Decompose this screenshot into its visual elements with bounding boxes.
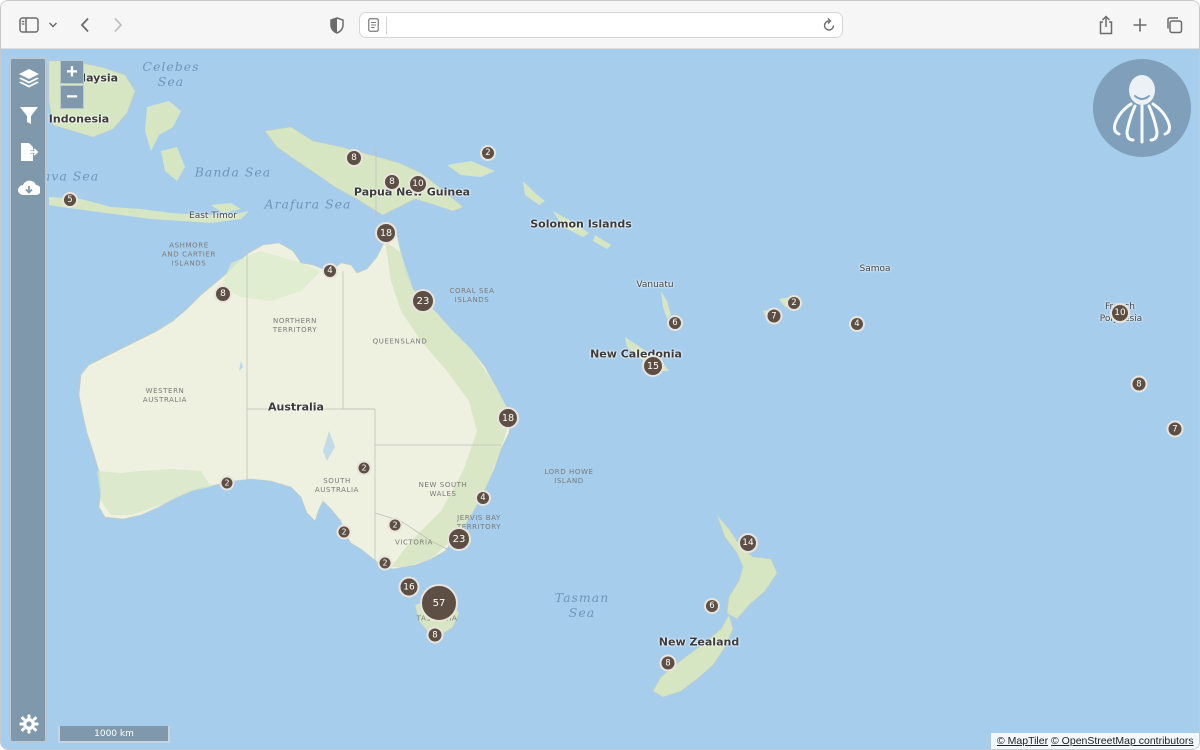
cluster-marker[interactable]: 14 (738, 533, 758, 553)
cluster-marker[interactable]: 4 (849, 316, 865, 332)
browser-toolbar (1, 1, 1199, 49)
forward-icon[interactable] (110, 11, 126, 39)
cluster-marker[interactable]: 2 (219, 475, 235, 491)
address-input[interactable] (392, 16, 812, 35)
cluster-marker[interactable]: 8 (1130, 375, 1148, 393)
address-divider (386, 17, 387, 34)
zoom-in-button[interactable]: + (60, 60, 84, 84)
cluster-marker[interactable]: 2 (377, 555, 393, 571)
cluster-marker[interactable]: 2 (387, 517, 403, 533)
cluster-marker[interactable]: 4 (475, 490, 491, 506)
label-victoria: VICTORIA (394, 538, 434, 547)
cluster-marker[interactable]: 4 (322, 263, 338, 279)
map-sidebar (9, 57, 47, 743)
cluster-marker[interactable]: 2 (786, 295, 802, 311)
label-queensland: QUEENSLAND (372, 337, 428, 346)
label-indonesia: Indonesia (48, 112, 110, 126)
label-new-zealand: New Zealand (658, 635, 740, 649)
share-icon[interactable] (1097, 11, 1115, 39)
cluster-marker[interactable]: 6 (704, 598, 720, 614)
cluster-marker[interactable]: 23 (447, 527, 471, 551)
label-solomon: Solomon Islands (530, 217, 632, 231)
layers-icon[interactable] (16, 65, 42, 91)
filter-icon[interactable] (16, 103, 42, 129)
label-south-australia: SOUTH AUSTRALIA (314, 477, 360, 494)
label-new-caledonia: New Caledonia (590, 347, 682, 361)
reload-icon[interactable] (822, 17, 836, 38)
cluster-marker[interactable]: 8 (659, 654, 677, 672)
privacy-shield-icon[interactable] (328, 11, 346, 39)
label-samoa: Samoa (859, 264, 891, 274)
octopus-logo-icon[interactable] (1093, 59, 1191, 157)
map-canvas[interactable]: Malaysia Indonesia Celebes Sea Banda Sea… (1, 49, 1199, 749)
cluster-marker[interactable]: 23 (411, 289, 435, 313)
label-java-sea: ava Sea (42, 168, 100, 184)
browser-window: Malaysia Indonesia Celebes Sea Banda Sea… (0, 0, 1200, 750)
export-icon[interactable] (16, 139, 42, 165)
label-lord-howe: LORD HOWE ISLAND (544, 468, 594, 485)
label-arafura-sea: Arafura Sea (264, 196, 352, 212)
cluster-marker[interactable]: 10 (408, 174, 428, 194)
maptiler-link[interactable]: © MapTiler (997, 735, 1048, 747)
scale-bar: 1000 km (58, 726, 170, 743)
label-tasman-sea: Tasman Sea (554, 590, 610, 620)
cluster-marker[interactable]: 6 (667, 315, 683, 331)
cluster-marker[interactable]: 8 (426, 626, 444, 644)
zoom-out-button[interactable]: − (60, 85, 84, 109)
chevron-down-icon[interactable] (47, 11, 59, 39)
sidebar-toggle-icon[interactable] (18, 11, 40, 39)
osm-link[interactable]: © OpenStreetMap contributors (1051, 735, 1194, 747)
label-vanuatu: Vanuatu (636, 280, 674, 290)
cluster-marker[interactable]: 2 (336, 524, 352, 540)
reader-icon[interactable] (368, 18, 379, 37)
cluster-marker[interactable]: 7 (765, 307, 783, 325)
cluster-marker[interactable]: 10 (1110, 303, 1130, 323)
cluster-marker[interactable]: 16 (398, 576, 420, 598)
cluster-marker[interactable]: 2 (356, 460, 372, 476)
cluster-marker[interactable]: 18 (497, 407, 519, 429)
label-banda-sea: Banda Sea (194, 164, 272, 180)
cluster-marker[interactable]: 8 (214, 285, 232, 303)
download-icon[interactable] (16, 175, 42, 201)
address-bar[interactable] (359, 12, 843, 38)
tabs-overview-icon[interactable] (1164, 11, 1184, 39)
back-icon[interactable] (77, 11, 93, 39)
label-coral-sea-islands: CORAL SEA ISLANDS (449, 287, 495, 304)
new-tab-icon[interactable] (1131, 11, 1149, 39)
cluster-marker[interactable]: 8 (383, 173, 401, 191)
label-celebes-sea: Celebes Sea (142, 59, 200, 89)
cluster-marker[interactable]: 7 (1166, 420, 1184, 438)
label-northern-territory: NORTHERN TERRITORY (272, 317, 318, 334)
label-ashmore: ASHMORE AND CARTIER ISLANDS (162, 241, 216, 268)
cluster-marker[interactable]: 57 (420, 584, 458, 622)
cluster-marker[interactable]: 15 (642, 355, 664, 377)
label-australia: Australia (268, 400, 324, 414)
nz-north-island (716, 514, 778, 620)
cluster-marker[interactable]: 8 (345, 149, 363, 167)
label-east-timor: East Timor (189, 211, 237, 221)
cluster-marker[interactable]: 18 (375, 222, 397, 244)
settings-icon[interactable] (16, 711, 42, 737)
cluster-marker[interactable]: 2 (480, 145, 496, 161)
cluster-marker[interactable]: 5 (62, 192, 78, 208)
label-western-australia: WESTERN AUSTRALIA (142, 387, 188, 404)
map-attribution: © MapTiler © OpenStreetMap contributors (991, 733, 1199, 749)
label-nsw: NEW SOUTH WALES (418, 481, 468, 498)
